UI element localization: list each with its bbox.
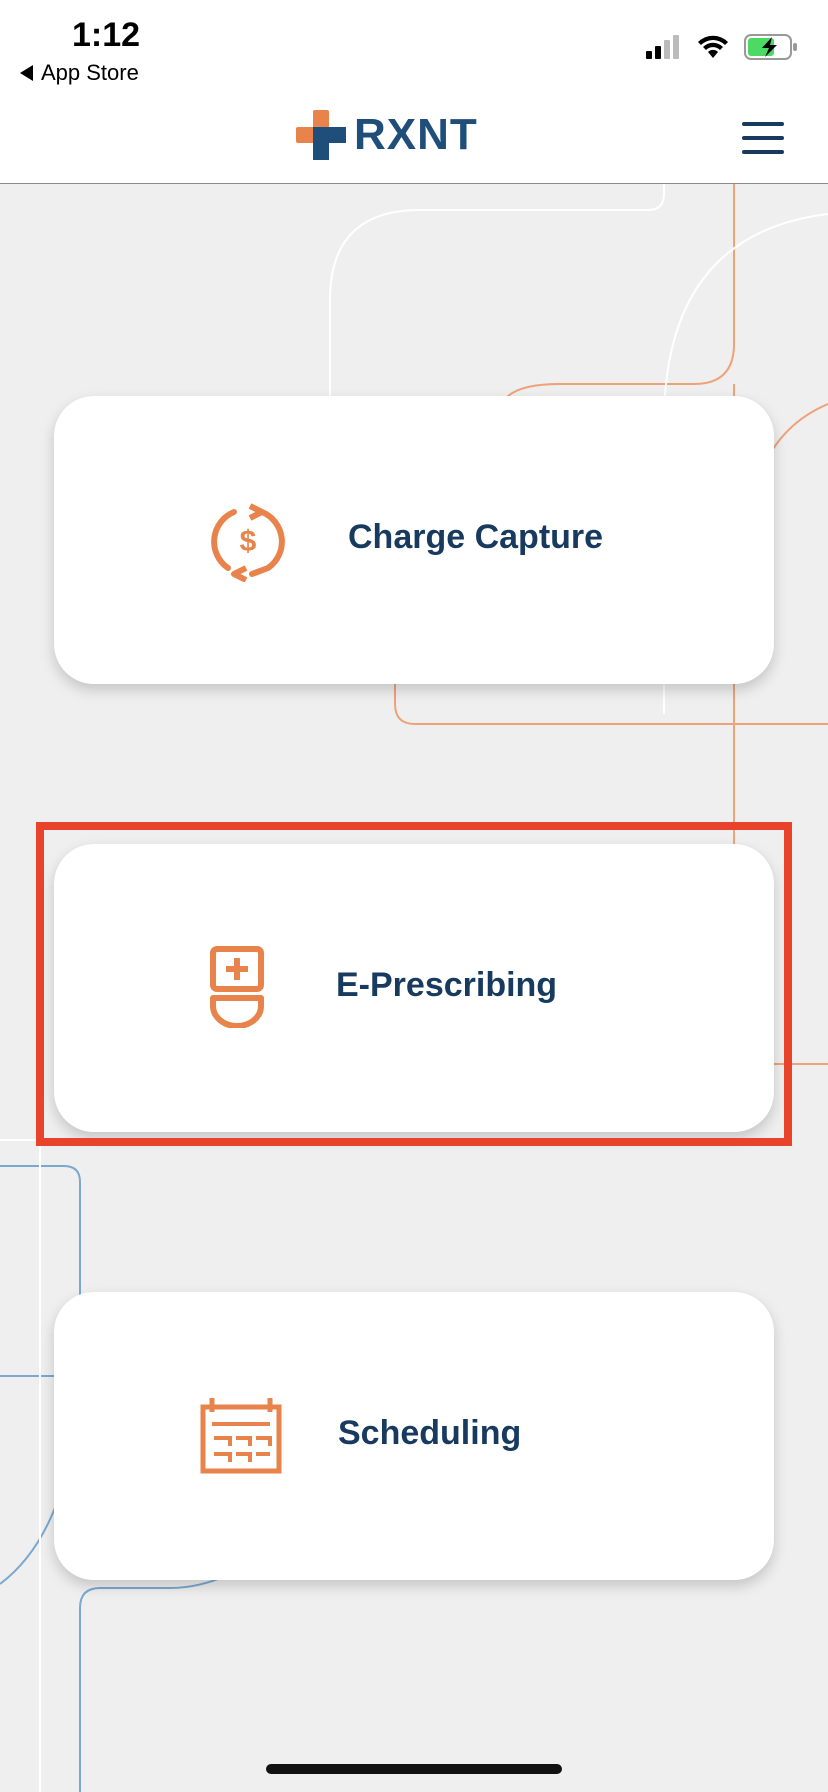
prescription-icon	[210, 946, 264, 1028]
status-time: 1:12	[72, 16, 141, 54]
back-app-label: App Store	[41, 60, 139, 85]
rxnt-logo-icon	[296, 110, 346, 160]
hamburger-menu-icon	[742, 122, 784, 126]
hamburger-menu-button[interactable]	[742, 122, 784, 154]
app-header: RXNT	[0, 92, 828, 184]
app-screen: 1:12 App Store RXNT $ Charge Capture E-P…	[0, 0, 828, 1792]
back-to-app-store[interactable]: App Store	[20, 60, 139, 86]
svg-text:$: $	[240, 525, 257, 558]
back-arrow-icon	[20, 65, 33, 81]
rxnt-logo: RXNT	[296, 110, 478, 160]
charge-capture-card[interactable]: $ Charge Capture	[54, 396, 774, 684]
e-prescribing-card[interactable]: E-Prescribing	[54, 844, 774, 1132]
status-bar: 1:12 App Store	[0, 0, 828, 92]
e-prescribing-label: E-Prescribing	[336, 966, 558, 1004]
signal-icon	[646, 35, 679, 59]
battery-charging-icon	[744, 34, 797, 60]
wifi-icon	[698, 35, 728, 58]
logo-text: RXNT	[354, 110, 478, 159]
home-indicator[interactable]	[266, 1764, 562, 1774]
charge-capture-icon: $	[211, 503, 285, 582]
calendar-icon	[200, 1398, 282, 1474]
charge-capture-label: Charge Capture	[348, 518, 604, 556]
status-icons	[646, 34, 798, 60]
scheduling-label: Scheduling	[338, 1414, 522, 1452]
scheduling-card[interactable]: Scheduling	[54, 1292, 774, 1580]
